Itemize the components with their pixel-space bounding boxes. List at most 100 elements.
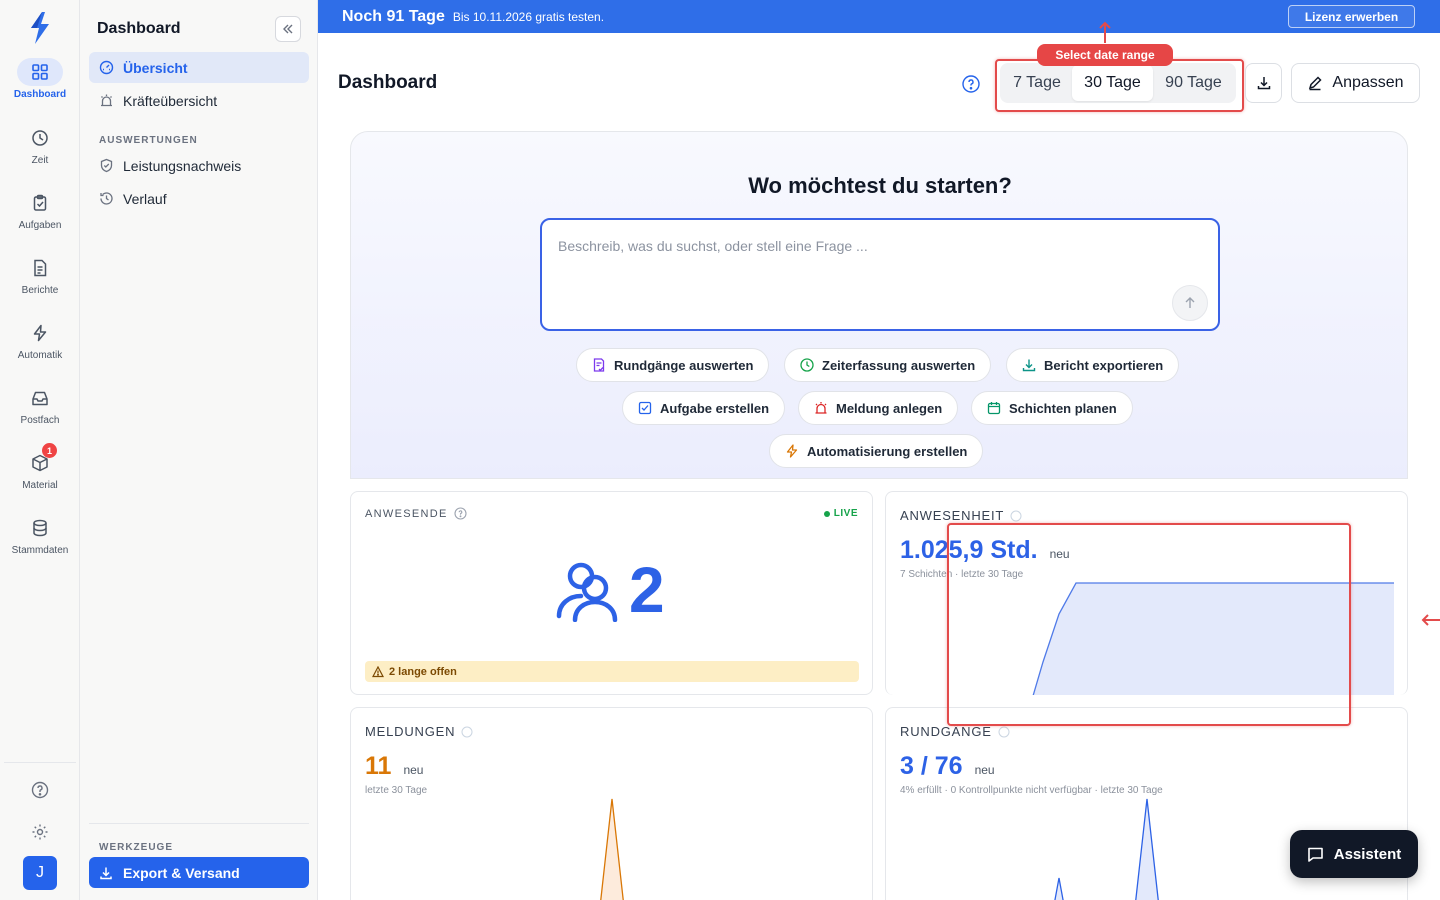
ask-panel: Wo möchtest du starten? Rundgänge auswer… xyxy=(350,131,1408,479)
export-button-label: Export & Versand xyxy=(123,864,240,881)
card-label-text: RUNDGÄNGE xyxy=(900,724,992,739)
rail-label: Zeit xyxy=(31,155,49,166)
metric-value: 3 / 76 xyxy=(900,752,963,780)
rail-item-dashboard[interactable]: Dashboard xyxy=(0,58,80,118)
clock-icon xyxy=(800,358,814,372)
sidebar-item-verlauf[interactable]: Verlauf xyxy=(89,183,309,214)
rail-item-berichte[interactable]: Berichte xyxy=(0,254,80,314)
chip-meldung-anlegen[interactable]: Meldung anlegen xyxy=(798,391,959,425)
grid-icon xyxy=(17,58,63,86)
customize-button[interactable]: Anpassen xyxy=(1291,63,1420,103)
arrow-left-icon xyxy=(1421,614,1440,626)
sidebar-title: Dashboard xyxy=(97,20,181,37)
chip-aufgabe-erstellen[interactable]: Aufgabe erstellen xyxy=(622,391,786,425)
chevrons-left-icon xyxy=(283,24,293,34)
clock-icon xyxy=(17,124,63,152)
chip-label: Zeiterfassung auswerten xyxy=(822,357,976,373)
section-label-auswertungen: AUSWERTUNGEN xyxy=(99,135,198,146)
card-label: RUNDGÄNGE xyxy=(900,724,1010,739)
reports-sparkline xyxy=(600,798,624,900)
chip-bericht-exportieren[interactable]: Bericht exportieren xyxy=(1006,348,1180,382)
arrow-up-icon xyxy=(1099,21,1111,43)
sidebar-item-label: Verlauf xyxy=(123,190,167,207)
sidebar-item-label: Übersicht xyxy=(123,59,188,76)
rail-item-stammdaten[interactable]: Stammdaten xyxy=(0,514,80,574)
chip-label: Rundgänge auswerten xyxy=(614,357,754,373)
rail-label: Dashboard xyxy=(13,89,67,100)
siren-icon xyxy=(101,94,112,107)
chip-label: Automatisierung erstellen xyxy=(807,443,968,459)
metric-tag: neu xyxy=(974,763,995,777)
sidebar-item-leistungsnachweis[interactable]: Leistungsnachweis xyxy=(89,150,309,181)
metric-tag: neu xyxy=(403,763,424,777)
live-text: LIVE xyxy=(833,508,858,519)
card-meldungen[interactable]: MELDUNGEN 11 neu letzte 30 Tage xyxy=(350,707,873,900)
highlight-box-chart xyxy=(947,523,1351,726)
collapse-sidebar-button[interactable] xyxy=(275,16,301,42)
clipboard-check-icon xyxy=(17,189,63,217)
chip-label: Bericht exportieren xyxy=(1044,357,1164,373)
rail-item-postfach[interactable]: Postfach xyxy=(0,384,80,444)
rail-item-zeit[interactable]: Zeit xyxy=(0,124,80,184)
sidebar-item-label: Leistungsnachweis xyxy=(123,157,242,174)
card-label: MELDUNGEN xyxy=(365,724,473,739)
present-number: 2 xyxy=(629,554,665,626)
help-icon[interactable] xyxy=(461,726,473,738)
pencil-icon xyxy=(1309,76,1322,91)
card-label: ANWESENHEIT xyxy=(900,508,1022,523)
rail-label: Postfach xyxy=(20,415,60,426)
lightning-icon xyxy=(17,319,63,347)
send-button[interactable] xyxy=(1172,285,1208,321)
rail-item-material[interactable]: 1 Material xyxy=(0,443,80,509)
card-label: ANWESENDE xyxy=(365,507,467,520)
highlight-tag: Select date range xyxy=(1037,44,1173,66)
chat-icon xyxy=(1307,847,1323,862)
buy-license-button[interactable]: Lizenz erwerben xyxy=(1288,5,1415,28)
card-label-text: ANWESENHEIT xyxy=(900,508,1005,523)
arrow-up-icon xyxy=(1185,297,1195,308)
download-icon xyxy=(1257,77,1270,90)
customize-label: Anpassen xyxy=(1332,74,1404,91)
rail-item-automatik[interactable]: Automatik xyxy=(0,319,80,379)
trial-days-text: Noch 91 Tage xyxy=(342,7,445,25)
sidebar-item-uebersicht[interactable]: Übersicht xyxy=(89,52,309,83)
siren-icon xyxy=(815,402,827,414)
ask-input[interactable] xyxy=(558,238,1158,278)
download-icon xyxy=(100,867,112,879)
card-label-text: ANWESENDE xyxy=(365,507,448,520)
chip-automatisierung-erstellen[interactable]: Automatisierung erstellen xyxy=(769,434,984,468)
help-icon[interactable] xyxy=(454,507,467,520)
sidebar: Dashboard Übersicht Kräfteübersicht AUSW… xyxy=(80,0,318,900)
assistant-button[interactable]: Assistent xyxy=(1290,830,1418,878)
sidebar-item-kraefteuebersicht[interactable]: Kräfteübersicht xyxy=(89,85,309,116)
history-icon xyxy=(100,192,113,205)
rail-label: Aufgaben xyxy=(18,220,62,231)
chip-schichten-planen[interactable]: Schichten planen xyxy=(971,391,1133,425)
gear-icon[interactable] xyxy=(28,820,52,844)
help-icon[interactable] xyxy=(961,74,981,94)
help-icon[interactable] xyxy=(28,778,52,802)
chip-zeiterfassung-auswerten[interactable]: Zeiterfassung auswerten xyxy=(784,348,992,382)
avatar[interactable]: J xyxy=(23,856,57,890)
trial-banner: Noch 91 Tage Bis 10.11.2026 gratis teste… xyxy=(318,0,1440,33)
section-label-werkzeuge: WERKZEUGE xyxy=(99,842,173,853)
app-logo-icon[interactable] xyxy=(26,10,54,46)
sidebar-item-label: Kräfteübersicht xyxy=(123,92,218,109)
export-button[interactable]: Export & Versand xyxy=(89,857,309,888)
checklist-icon xyxy=(593,358,605,372)
shield-check-icon xyxy=(100,158,113,173)
rail-label: Stammdaten xyxy=(11,545,69,556)
help-icon[interactable] xyxy=(998,726,1010,738)
checkbox-icon xyxy=(638,401,652,415)
page-title: Dashboard xyxy=(338,72,438,93)
help-icon[interactable] xyxy=(1010,510,1022,522)
download-button[interactable] xyxy=(1245,63,1282,103)
rail-label: Material xyxy=(22,480,58,491)
card-anwesende[interactable]: ANWESENDE LIVE 2 2 lange offen xyxy=(350,491,873,695)
chip-rundgaenge-auswerten[interactable]: Rundgänge auswerten xyxy=(576,348,770,382)
metric-subtitle: 4% erfüllt · 0 Kontrollpunkte nicht verf… xyxy=(900,785,1163,796)
warning-text: 2 lange offen xyxy=(389,665,457,678)
warning-badge[interactable]: 2 lange offen xyxy=(365,661,859,682)
rail-item-aufgaben[interactable]: Aufgaben xyxy=(0,189,80,249)
warning-icon xyxy=(372,665,384,677)
